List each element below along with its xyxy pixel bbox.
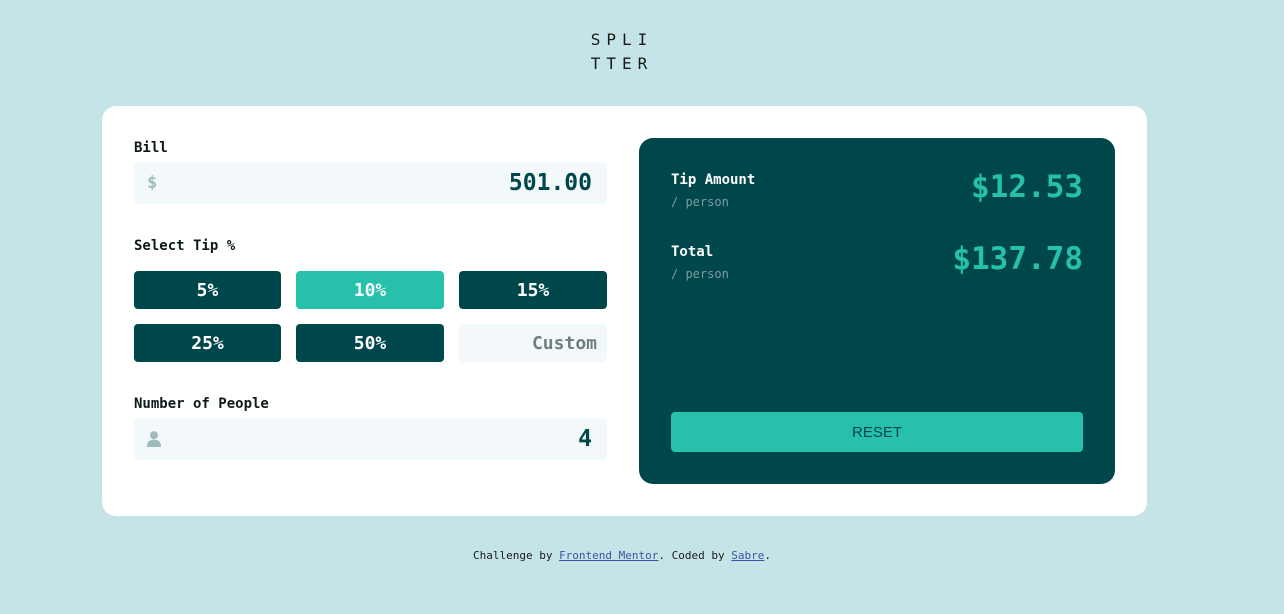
tip-button-25[interactable]: 25% [134, 324, 281, 362]
total-value: $137.78 [952, 241, 1083, 277]
footer-middle: . Coded by [658, 549, 732, 562]
bill-label: Bill [134, 140, 168, 156]
tip-amount-per-person: / person [671, 195, 729, 209]
reset-button[interactable]: RESET [671, 412, 1083, 452]
people-value: 4 [578, 426, 592, 452]
author-link[interactable]: Sabre [731, 549, 764, 562]
total-per-person: / person [671, 267, 729, 281]
person-icon [147, 431, 161, 447]
bill-input[interactable]: $ 501.00 [134, 162, 607, 204]
logo-line-1: SPLI [590, 30, 654, 49]
tip-button-50[interactable]: 50% [296, 324, 444, 362]
tip-button-10[interactable]: 10% [296, 271, 444, 309]
bill-value: 501.00 [508, 170, 592, 196]
calculator-card: Bill $ 501.00 Select Tip % 5% 10% 15% 25… [102, 106, 1147, 516]
footer-attribution: Challenge by Frontend Mentor. Coded by S… [0, 549, 1244, 562]
frontend-mentor-link[interactable]: Frontend Mentor [559, 549, 658, 562]
dollar-icon: $ [147, 173, 158, 193]
custom-tip-input[interactable] [459, 324, 607, 362]
people-input[interactable]: 4 [134, 418, 607, 460]
footer-suffix: . [764, 549, 772, 562]
select-tip-label: Select Tip % [134, 238, 236, 254]
tip-amount-value: $12.53 [971, 169, 1083, 205]
tip-button-5[interactable]: 5% [134, 271, 281, 309]
tip-button-15[interactable]: 15% [459, 271, 607, 309]
logo-line-2: TTER [590, 54, 654, 73]
tip-amount-label: Tip Amount [671, 172, 756, 188]
app-logo: SPLI TTER [0, 28, 1244, 76]
total-label: Total [671, 244, 714, 260]
people-label: Number of People [134, 396, 269, 412]
results-panel: Tip Amount / person $12.53 Total / perso… [639, 138, 1115, 484]
footer-prefix: Challenge by [472, 549, 560, 562]
